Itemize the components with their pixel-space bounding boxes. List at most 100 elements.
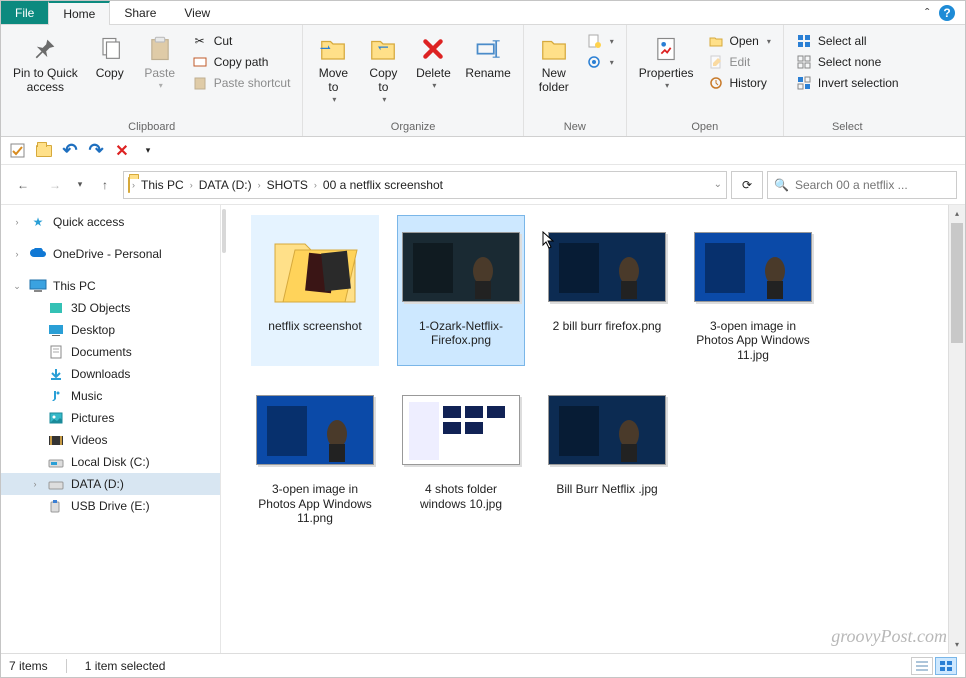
tree-item-icon <box>47 454 65 470</box>
chevron-down-icon[interactable]: ⌄ <box>714 179 722 190</box>
file-item[interactable]: 4 shots folder windows 10.jpg <box>397 378 525 529</box>
paste-shortcut-button[interactable]: Paste shortcut <box>186 73 297 93</box>
chevron-right-icon[interactable]: › <box>190 180 193 190</box>
edit-button[interactable]: Edit <box>702 52 777 72</box>
tree-item[interactable]: Videos <box>1 429 220 451</box>
rename-button[interactable]: Rename <box>459 29 516 81</box>
ribbon-tabs: File Home Share View ˆ ? <box>1 1 965 25</box>
tab-file[interactable]: File <box>1 1 48 24</box>
paste-button[interactable]: Paste▾ <box>136 29 184 90</box>
new-folder-button[interactable]: New folder <box>530 29 578 95</box>
tree-item[interactable]: 3D Objects <box>1 297 220 319</box>
copy-path-button[interactable]: Copy path <box>186 52 297 72</box>
easy-access-button[interactable]: ▾ <box>580 52 620 72</box>
tree-onedrive[interactable]: ›OneDrive - Personal <box>1 243 220 265</box>
qat-dropdown-icon[interactable]: ▾ <box>139 142 157 160</box>
chevron-right-icon[interactable]: › <box>11 249 23 259</box>
tree-item[interactable]: Desktop <box>1 319 220 341</box>
invert-selection-button[interactable]: Invert selection <box>790 73 905 93</box>
copy-button[interactable]: Copy <box>86 29 134 81</box>
scroll-down-icon[interactable]: ▾ <box>949 636 965 653</box>
tree-item-label: Downloads <box>71 367 130 381</box>
copy-to-button[interactable]: Copy to▾ <box>359 29 407 104</box>
file-list: netflix screenshot 1-Ozark-Netflix-Firefo… <box>227 205 948 653</box>
recent-dropdown[interactable]: ▾ <box>73 171 87 199</box>
help-icon[interactable]: ? <box>939 5 955 21</box>
tree-item[interactable]: Downloads <box>1 363 220 385</box>
breadcrumb[interactable]: › This PC› DATA (D:)› SHOTS› 00 a netfli… <box>123 171 727 199</box>
tree-item[interactable]: Documents <box>1 341 220 363</box>
chevron-right-icon[interactable]: › <box>314 180 317 190</box>
tree-item-label: Documents <box>71 345 132 359</box>
tree-this-pc[interactable]: ⌄This PC <box>1 275 220 297</box>
folder-icon[interactable] <box>35 142 53 160</box>
chevron-down-icon: ▾ <box>767 37 771 46</box>
tab-share[interactable]: Share <box>110 1 170 24</box>
breadcrumb-segment[interactable]: DATA (D:) <box>195 178 256 192</box>
file-name: 3-open image in Photos App Windows 11.pn… <box>255 482 375 525</box>
vertical-scrollbar[interactable]: ▴ ▾ <box>948 205 965 653</box>
chevron-right-icon[interactable]: › <box>11 217 23 227</box>
forward-button[interactable]: → <box>41 171 69 199</box>
easy-access-icon <box>586 54 602 70</box>
file-item[interactable]: 1-Ozark-Netflix-Firefox.png <box>397 215 525 366</box>
tree-quick-access[interactable]: ›★Quick access <box>1 211 220 233</box>
tree-item-label: 3D Objects <box>71 301 130 315</box>
scroll-up-icon[interactable]: ▴ <box>949 205 965 222</box>
delete-x-icon[interactable]: ✕ <box>113 142 131 160</box>
tab-home[interactable]: Home <box>48 1 110 25</box>
tree-item[interactable]: USB Drive (E:) <box>1 495 220 517</box>
delete-button[interactable]: Delete▾ <box>409 29 457 90</box>
tree-item-label: Desktop <box>71 323 115 337</box>
chevron-right-icon[interactable]: › <box>258 180 261 190</box>
chevron-down-icon: ▾ <box>665 81 669 90</box>
file-item[interactable]: Bill Burr Netflix .jpg <box>543 378 671 529</box>
file-item[interactable]: 3-open image in Photos App Windows 11.pn… <box>251 378 379 529</box>
star-icon: ★ <box>29 214 47 230</box>
new-item-button[interactable]: ▾ <box>580 31 620 51</box>
chevron-down-icon: ▾ <box>432 81 436 90</box>
tree-item[interactable]: Music <box>1 385 220 407</box>
file-item[interactable]: 2 bill burr firefox.png <box>543 215 671 366</box>
back-button[interactable]: ← <box>9 171 37 199</box>
search-box[interactable]: 🔍 <box>767 171 957 199</box>
breadcrumb-segment[interactable]: This PC <box>137 178 188 192</box>
file-item[interactable]: 3-open image in Photos App Windows 11.jp… <box>689 215 817 366</box>
scissors-icon: ✂ <box>192 33 208 49</box>
breadcrumb-segment[interactable]: 00 a netflix screenshot <box>319 178 447 192</box>
history-button[interactable]: History <box>702 73 777 93</box>
pin-to-quick-access-button[interactable]: Pin to Quick access <box>7 29 84 95</box>
move-to-icon <box>317 33 349 65</box>
details-view-button[interactable] <box>911 657 933 675</box>
move-to-button[interactable]: Move to▾ <box>309 29 357 104</box>
chevron-down-icon[interactable]: ⌄ <box>11 281 23 292</box>
new-folder-icon <box>538 33 570 65</box>
tree-item-label: Pictures <box>71 411 114 425</box>
open-button[interactable]: Open▾ <box>702 31 777 51</box>
tree-item[interactable]: ›DATA (D:) <box>1 473 220 495</box>
file-name: netflix screenshot <box>268 319 361 333</box>
select-none-button[interactable]: Select none <box>790 52 905 72</box>
search-input[interactable] <box>795 178 950 192</box>
scrollbar-thumb[interactable] <box>951 223 963 343</box>
breadcrumb-segment[interactable]: SHOTS <box>263 178 312 192</box>
up-button[interactable]: ↑ <box>91 171 119 199</box>
chevron-right-icon[interactable]: › <box>29 479 41 489</box>
ribbon-group-select: Select all Select none Invert selection … <box>784 25 911 136</box>
properties-button[interactable]: Properties▾ <box>633 29 700 90</box>
chevron-right-icon[interactable]: › <box>132 180 135 190</box>
undo-icon[interactable]: ↶ <box>61 142 79 160</box>
tab-view[interactable]: View <box>170 1 224 24</box>
navigation-pane: ›★Quick access ›OneDrive - Personal ⌄Thi… <box>1 205 221 653</box>
refresh-button[interactable]: ⟳ <box>731 171 763 199</box>
tree-item[interactable]: Local Disk (C:) <box>1 451 220 473</box>
select-all-button[interactable]: Select all <box>790 31 905 51</box>
checkbox-icon[interactable] <box>9 142 27 160</box>
ribbon-collapse-icon[interactable]: ˆ <box>925 6 929 20</box>
copy-path-icon <box>192 54 208 70</box>
cut-button[interactable]: ✂Cut <box>186 31 297 51</box>
folder-item[interactable]: netflix screenshot <box>251 215 379 366</box>
thumbnails-view-button[interactable] <box>935 657 957 675</box>
tree-item[interactable]: Pictures <box>1 407 220 429</box>
redo-icon[interactable]: ↷ <box>87 142 105 160</box>
